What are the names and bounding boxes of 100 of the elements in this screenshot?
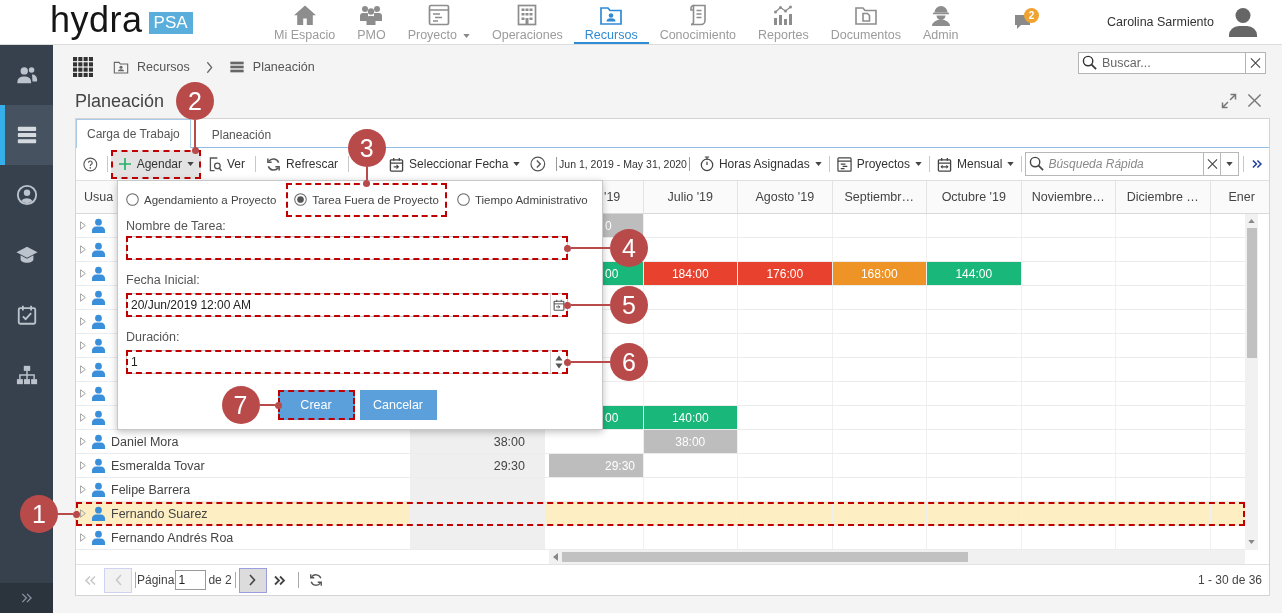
- field-label: Nombre de Tarea:: [126, 219, 226, 234]
- close-icon[interactable]: [1247, 93, 1262, 108]
- leader-line: [58, 510, 80, 518]
- user-name: Fernando Suarez: [111, 506, 208, 521]
- sidebar-item[interactable]: [0, 105, 53, 165]
- expand-arrow-icon[interactable]: [80, 437, 86, 446]
- person-icon: [91, 410, 106, 425]
- step-number-marker: 6: [610, 343, 648, 381]
- caret-down-icon: [513, 162, 521, 166]
- column-header[interactable]: Octubre '19: [941, 190, 1006, 204]
- column-header[interactable]: Agosto '19: [755, 190, 815, 204]
- text-input[interactable]: [126, 236, 568, 260]
- arrow-circle-right-icon[interactable]: [530, 156, 547, 172]
- toolbar-dropdown[interactable]: Proyectos: [832, 149, 926, 179]
- scroll-up-icon[interactable]: [1248, 219, 1255, 223]
- leader-line: [564, 244, 610, 252]
- step-number-marker: 7: [221, 386, 260, 424]
- pager-label: de 2: [208, 573, 232, 587]
- number-input[interactable]: 1: [126, 350, 568, 374]
- person-icon: [91, 386, 106, 401]
- double-chevron-right-icon[interactable]: [1252, 159, 1263, 169]
- column-header[interactable]: Noviembre…: [1031, 190, 1105, 204]
- table-row[interactable]: Fernando Suarez: [76, 502, 1245, 526]
- radio-option[interactable]: Tarea Fuera de Proyecto: [286, 182, 447, 217]
- stopwatch-icon: [699, 156, 714, 172]
- table-cell: 38:00: [643, 430, 738, 453]
- user-circle-icon: [15, 184, 38, 206]
- expand-arrow-icon[interactable]: [80, 221, 86, 230]
- expand-arrow-icon[interactable]: [80, 341, 86, 350]
- vertical-scrollbar[interactable]: [1245, 214, 1258, 550]
- expand-arrow-icon[interactable]: [80, 485, 86, 494]
- person-icon: [91, 362, 106, 377]
- breadcrumb-link[interactable]: Recursos: [113, 59, 190, 75]
- plus-icon: [117, 157, 132, 171]
- person-icon: [91, 434, 106, 449]
- page-input[interactable]: 1: [175, 570, 207, 590]
- expand-arrow-icon[interactable]: [80, 461, 86, 470]
- toolbar-button[interactable]: Refrescar: [262, 149, 343, 179]
- toolbar-button[interactable]: Agendar: [110, 149, 202, 179]
- column-header[interactable]: Diciembre …: [1126, 190, 1199, 204]
- scrollbar-thumb[interactable]: [1246, 228, 1257, 358]
- nav-menu-item[interactable]: Recursos: [573, 0, 649, 44]
- expand-arrow-icon[interactable]: [80, 389, 86, 398]
- toolbar-button[interactable]: Seleccionar Fecha: [385, 149, 525, 179]
- list-icon: [15, 124, 38, 146]
- user-avatar-icon[interactable]: [1229, 7, 1257, 37]
- column-header[interactable]: Ener: [1228, 190, 1255, 204]
- person-icon: [91, 266, 106, 281]
- toolbar-button[interactable]: Ver: [205, 149, 250, 179]
- org-chart-icon: [15, 364, 38, 386]
- expand-icon[interactable]: [1221, 93, 1237, 109]
- scroll-down-icon[interactable]: [1248, 540, 1255, 544]
- pager-button[interactable]: [238, 567, 267, 593]
- toolbar-dropdown[interactable]: Mensual: [933, 149, 1019, 179]
- radio-button[interactable]: [126, 193, 139, 206]
- radio-option[interactable]: Agendamiento a Proyecto: [126, 182, 277, 217]
- column-header[interactable]: Julio '19: [667, 190, 713, 204]
- radio-button[interactable]: [456, 193, 470, 206]
- logo-tag: PSA: [148, 12, 193, 34]
- expand-arrow-icon[interactable]: [80, 365, 86, 374]
- double-chevron-right-icon[interactable]: [273, 574, 286, 586]
- table-row[interactable]: Daniel Mora 38:00 38:00: [76, 430, 1245, 454]
- expand-arrow-icon[interactable]: [80, 413, 86, 422]
- date-input[interactable]: 20/Jun/2019 12:00 AM: [126, 293, 568, 317]
- user-name: Esmeralda Tovar: [111, 458, 205, 473]
- toolbar-dropdown[interactable]: Horas Asignadas: [695, 149, 826, 179]
- field-label: Fecha Inicial:: [126, 273, 200, 288]
- quick-search-field[interactable]: Búsqueda Rápida: [1025, 152, 1240, 176]
- radio-button[interactable]: [294, 193, 308, 206]
- user-name: Felipe Barrera: [111, 482, 191, 497]
- search-field[interactable]: Buscar...: [1078, 52, 1266, 74]
- home-icon: [292, 3, 317, 27]
- horizontal-scrollbar[interactable]: [549, 550, 1245, 564]
- column-header[interactable]: Septiembr…: [844, 190, 914, 204]
- scrollbar-thumb[interactable]: [562, 552, 968, 562]
- help-icon[interactable]: [83, 156, 98, 172]
- person-icon: [91, 338, 106, 353]
- leader-line: [564, 301, 610, 309]
- expand-arrow-icon[interactable]: [80, 245, 86, 254]
- tab[interactable]: Planeación: [200, 121, 283, 148]
- pager-label: Página: [137, 573, 175, 587]
- person-icon: [91, 290, 106, 305]
- double-chevron-right-icon[interactable]: [19, 591, 34, 605]
- refresh-icon[interactable]: [308, 573, 323, 587]
- gantt-board-icon: [426, 3, 451, 27]
- radio-option[interactable]: Tiempo Administrativo: [456, 182, 588, 217]
- expand-arrow-icon[interactable]: [80, 269, 86, 278]
- scroll-left-icon[interactable]: [553, 553, 558, 561]
- table-row[interactable]: Esmeralda Tovar 29:30 29:30: [76, 454, 1245, 478]
- app-grid-icon[interactable]: [73, 57, 93, 77]
- tab[interactable]: Carga de Trabajo: [76, 119, 191, 148]
- column-header[interactable]: Usua: [84, 190, 114, 204]
- user-name[interactable]: Carolina Sarmiento: [1107, 15, 1214, 29]
- expand-arrow-icon[interactable]: [80, 317, 86, 326]
- column-header[interactable]: '19: [604, 190, 621, 204]
- expand-arrow-icon[interactable]: [80, 533, 86, 542]
- calendar-icon: [389, 156, 405, 172]
- expand-arrow-icon[interactable]: [80, 293, 86, 302]
- chevron-right-icon: [205, 60, 213, 74]
- step-number-marker: 5: [610, 286, 648, 324]
